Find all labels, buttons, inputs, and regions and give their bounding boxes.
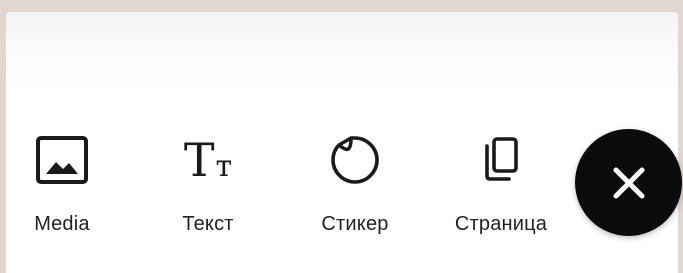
text-icon-big-t: T (183, 133, 215, 187)
page-copy-icon (466, 129, 536, 191)
text-icon-small-t: т (215, 149, 233, 184)
media-label: Media (34, 213, 90, 235)
image-icon (27, 129, 97, 191)
page-tool-button[interactable]: Страница (436, 129, 566, 236)
sticker-icon (320, 129, 390, 191)
sticker-label: Стикер (321, 213, 389, 235)
text-label: Текст (182, 213, 234, 235)
text-icon: T т (173, 129, 243, 191)
bottom-sheet-panel: Media T т Текст Стикер Страница (6, 12, 678, 273)
page-label: Страница (454, 213, 548, 235)
media-tool-button[interactable]: Media (17, 129, 107, 236)
close-button[interactable] (575, 129, 682, 236)
text-tool-button[interactable]: T т Текст (158, 129, 258, 236)
sticker-tool-button[interactable]: Стикер (300, 129, 410, 236)
close-icon (613, 167, 644, 198)
